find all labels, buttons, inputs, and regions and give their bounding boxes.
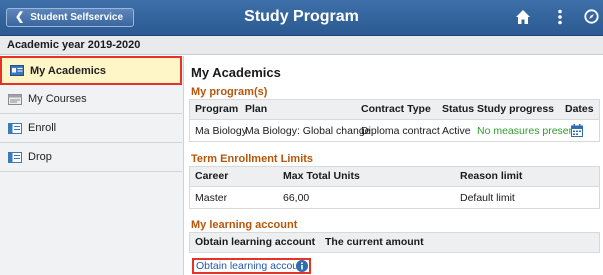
sidebar-item-enroll[interactable]: Enroll xyxy=(0,114,182,143)
sidebar-item-label: Drop xyxy=(28,151,52,163)
learning-account-table: Obtain learning account The current amou… xyxy=(189,232,600,253)
info-icon[interactable] xyxy=(296,260,308,272)
table-header: Program Plan Contract Type Status Study … xyxy=(190,100,599,120)
column-header: Status xyxy=(442,103,475,115)
page-title: Study Program xyxy=(244,8,359,25)
column-header: Career xyxy=(195,170,229,182)
table-header: Obtain learning account The current amou… xyxy=(190,233,599,253)
reason-cell: Default limit xyxy=(460,192,515,204)
sidebar: My Academics My Courses Enroll Drop xyxy=(0,56,184,275)
column-header: Max Total Units xyxy=(283,170,360,182)
plan-cell: Ma Biology: Global change xyxy=(245,125,371,137)
courses-icon xyxy=(8,93,22,105)
table-row: Master 66,00 Default limit xyxy=(190,187,599,209)
column-header: The current amount xyxy=(325,236,424,248)
academic-year-bar: Academic year 2019-2020 xyxy=(0,36,603,55)
column-header: Study progress xyxy=(477,103,555,115)
max-units-cell: 66,00 xyxy=(283,192,310,204)
study-progress-cell: No measures present xyxy=(477,125,578,137)
sidebar-item-my-courses[interactable]: My Courses xyxy=(0,85,182,114)
sidebar-item-label: My Academics xyxy=(30,64,107,77)
section-title-limits: Term Enrollment Limits xyxy=(191,153,314,165)
column-header: Reason limit xyxy=(460,170,523,182)
program-cell: Ma Biology xyxy=(195,125,247,137)
sidebar-item-my-academics[interactable]: My Academics xyxy=(0,56,182,85)
career-cell: Master xyxy=(195,192,228,204)
id-card-icon xyxy=(10,65,24,76)
table-row: Ma Biology Ma Biology: Global change Dip… xyxy=(190,120,599,142)
section-title-learning-account: My learning account xyxy=(191,219,298,231)
section-title-programs: My program(s) xyxy=(191,86,268,98)
header-bar: ❮ Student Selfservice Study Program xyxy=(0,0,603,36)
main-title: My Academics xyxy=(191,65,281,80)
home-icon[interactable] xyxy=(515,9,531,25)
obtain-learning-account-link[interactable]: Obtain learning account xyxy=(192,258,311,274)
calendar-icon[interactable] xyxy=(571,124,583,137)
sidebar-item-drop[interactable]: Drop xyxy=(0,143,182,172)
contract-cell: Diploma contract xyxy=(361,125,440,137)
table-header: Career Max Total Units Reason limit xyxy=(190,167,599,187)
more-options-icon[interactable] xyxy=(557,9,563,25)
programs-table: Program Plan Contract Type Status Study … xyxy=(189,99,600,142)
sidebar-item-label: Enroll xyxy=(28,122,57,134)
column-header: Dates xyxy=(565,103,594,115)
main-content: My Academics My program(s) Program Plan … xyxy=(184,56,603,275)
drop-icon xyxy=(8,151,22,163)
sidebar-item-label: My Courses xyxy=(28,93,87,105)
enroll-icon xyxy=(8,122,22,134)
column-header: Program xyxy=(195,103,239,115)
column-header: Plan xyxy=(245,103,268,115)
column-header: Contract Type xyxy=(361,103,431,115)
status-cell: Active xyxy=(442,125,471,137)
limits-table: Career Max Total Units Reason limit Mast… xyxy=(189,166,600,209)
column-header: Obtain learning account xyxy=(195,236,316,248)
navbar-compass-icon[interactable] xyxy=(584,9,599,24)
